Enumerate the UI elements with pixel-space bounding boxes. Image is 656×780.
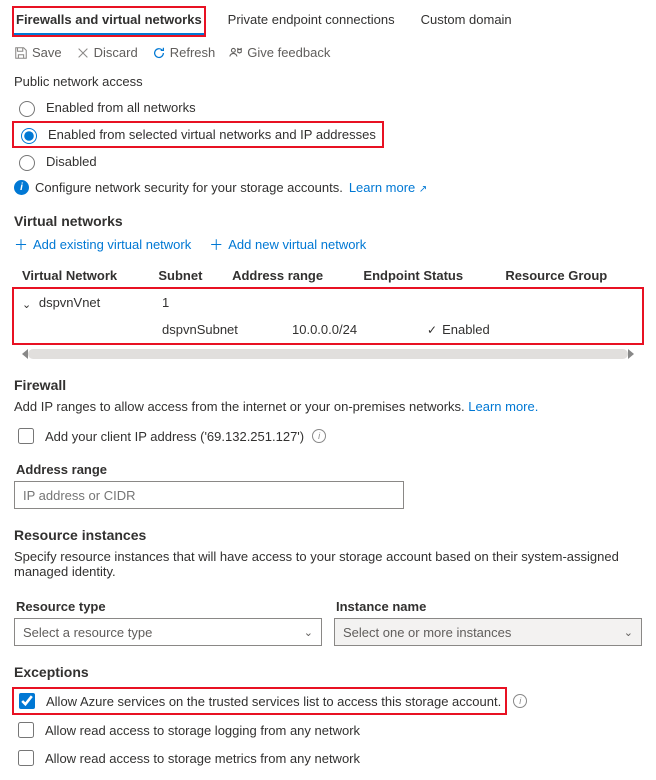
add-new-label: Add new virtual network [228,237,366,252]
resource-instances-heading: Resource instances [14,527,642,543]
radio-disabled-input[interactable] [19,155,35,171]
add-existing-label: Add existing virtual network [33,237,191,252]
add-new-vnet[interactable]: ＋ Add new virtual network [209,237,366,252]
radio-selected-label: Enabled from selected virtual networks a… [48,127,376,142]
feedback-icon [229,46,243,60]
plus-icon: ＋ [14,238,28,252]
radio-all-networks[interactable]: Enabled from all networks [14,95,642,120]
tab-private-endpoint[interactable]: Private endpoint connections [226,8,397,35]
chevron-down-icon: ⌄ [624,626,633,639]
discard-icon [76,46,90,60]
info-tooltip-icon[interactable]: i [513,694,527,708]
endpoint-status: Enabled [442,322,490,337]
address-range-label: Address range [16,462,642,477]
radio-disabled-label: Disabled [46,154,97,169]
info-text: Configure network security for your stor… [35,180,343,195]
external-link-icon: ↗ [419,184,427,195]
feedback-button[interactable]: Give feedback [229,45,330,60]
subnet-count: 1 [154,289,284,316]
add-existing-vnet[interactable]: ＋ Add existing virtual network [14,237,191,252]
allow-azure-checkbox[interactable] [19,693,35,709]
add-client-ip-checkbox[interactable] [18,428,34,444]
address-range: 10.0.0.0/24 [284,316,419,343]
discard-label: Discard [94,45,138,60]
info-icon: i [14,180,29,195]
allow-logging-label: Allow read access to storage logging fro… [45,723,360,738]
add-client-ip-label: Add your client IP address ('69.132.251.… [45,429,304,444]
resource-instances-desc: Specify resource instances that will hav… [14,549,642,579]
subnet-name: dspvnSubnet [154,316,284,343]
instance-name-select[interactable]: Select one or more instances ⌄ [334,618,642,646]
allow-azure-label: Allow Azure services on the trusted serv… [46,694,501,709]
learn-more-link[interactable]: Learn more ↗ [349,180,428,195]
firewall-desc: Add IP ranges to allow access from the i… [14,399,642,414]
resource-type-value: Select a resource type [23,625,152,640]
allow-logging-checkbox[interactable] [18,722,34,738]
radio-all-label: Enabled from all networks [46,100,196,115]
add-client-ip[interactable]: Add your client IP address ('69.132.251.… [14,422,642,450]
vnet-add-row: ＋ Add existing virtual network ＋ Add new… [14,237,642,252]
info-tooltip-icon[interactable]: i [312,429,326,443]
horizontal-scrollbar[interactable] [28,349,628,359]
chevron-down-icon[interactable]: ⌄ [22,298,31,311]
vnet-name: dspvnVnet [39,295,100,310]
firewall-learn-more[interactable]: Learn more. [468,399,538,414]
vnet-table-body: ⌄ dspvnVnet 1 dspvnSubnet 10.0.0.0/24 ✓ … [14,289,642,343]
resource-type-label: Resource type [16,599,322,614]
col-subnet[interactable]: Subnet [150,262,224,289]
check-icon: ✓ [427,323,437,337]
subnet-row[interactable]: dspvnSubnet 10.0.0.0/24 ✓ Enabled [14,316,642,343]
instance-name-value: Select one or more instances [343,625,511,640]
radio-disabled[interactable]: Disabled [14,149,642,174]
radio-all-input[interactable] [19,101,35,117]
save-icon [14,46,28,60]
command-bar: Save Discard Refresh Give feedback [14,45,642,60]
resource-type-select[interactable]: Select a resource type ⌄ [14,618,322,646]
tab-custom-domain[interactable]: Custom domain [419,8,514,35]
plus-icon: ＋ [209,238,223,252]
exceptions-heading: Exceptions [14,664,642,680]
virtual-networks-heading: Virtual networks [14,213,642,229]
refresh-label: Refresh [170,45,216,60]
instance-name-label: Instance name [336,599,642,614]
feedback-label: Give feedback [247,45,330,60]
info-banner: i Configure network security for your st… [14,180,642,195]
tab-firewalls[interactable]: Firewalls and virtual networks [14,8,204,35]
allow-metrics-checkbox[interactable] [18,750,34,766]
allow-metrics[interactable]: Allow read access to storage metrics fro… [14,744,642,772]
save-button[interactable]: Save [14,45,62,60]
networking-tabs: Firewalls and virtual networks Private e… [14,8,642,35]
col-rg[interactable]: Resource Group [497,262,642,289]
refresh-icon [152,46,166,60]
refresh-button[interactable]: Refresh [152,45,216,60]
col-range[interactable]: Address range [224,262,355,289]
public-access-label: Public network access [14,74,642,89]
radio-selected-input[interactable] [21,128,37,144]
vnet-table: Virtual Network Subnet Address range End… [14,262,642,289]
vnet-row[interactable]: ⌄ dspvnVnet 1 [14,289,642,316]
chevron-down-icon: ⌄ [304,626,313,639]
col-vnet[interactable]: Virtual Network [14,262,150,289]
save-label: Save [32,45,62,60]
col-status[interactable]: Endpoint Status [355,262,497,289]
allow-logging[interactable]: Allow read access to storage logging fro… [14,716,642,744]
discard-button[interactable]: Discard [76,45,138,60]
firewall-heading: Firewall [14,377,642,393]
address-range-input[interactable] [14,481,404,509]
